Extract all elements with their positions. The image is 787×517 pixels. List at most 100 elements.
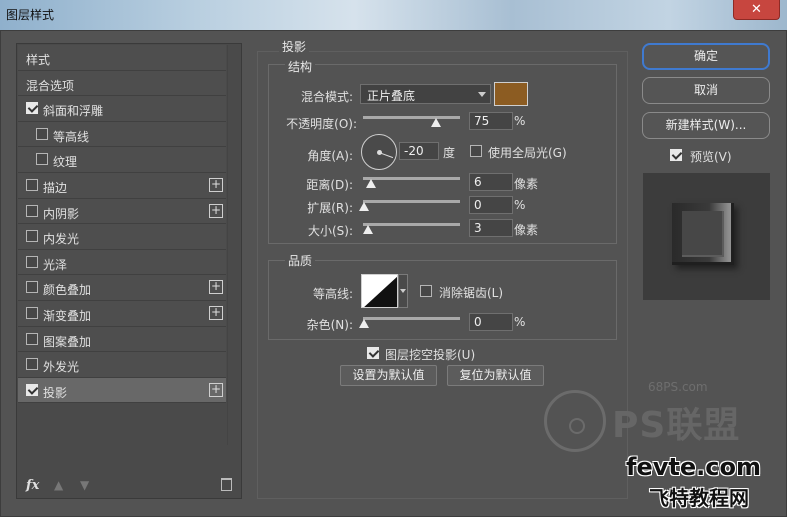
style-item[interactable]: 内阴影 +	[18, 198, 226, 225]
angle-input[interactable]: -20	[399, 142, 439, 160]
add-effect-icon[interactable]: +	[209, 280, 223, 295]
blend-mode-select[interactable]: 正片叠底	[360, 84, 491, 104]
style-item-label: 渐变叠加	[43, 308, 92, 323]
size-slider[interactable]	[363, 223, 460, 226]
size-slider-thumb[interactable]	[363, 225, 373, 234]
opacity-unit: %	[514, 114, 526, 128]
style-item[interactable]: 混合选项	[18, 70, 226, 97]
style-item[interactable]: 投影 +	[18, 377, 226, 404]
style-item[interactable]: 纹理	[18, 147, 226, 173]
spread-slider-thumb[interactable]	[359, 202, 369, 211]
styles-scrollbar[interactable]	[227, 45, 241, 445]
new-style-button[interactable]: 新建样式(W)...	[642, 112, 770, 139]
spread-label: 扩展(R):	[307, 201, 353, 215]
noise-slider-thumb[interactable]	[359, 319, 369, 328]
style-item-checkbox[interactable]	[26, 102, 38, 115]
style-item-checkbox[interactable]	[26, 306, 38, 319]
add-effect-icon[interactable]: +	[209, 203, 223, 218]
noise-unit: %	[514, 315, 526, 329]
angle-unit: 度	[443, 146, 456, 160]
style-item-label: 等高线	[53, 129, 90, 144]
angle-dial-center	[377, 150, 382, 155]
knockout-label: 图层挖空投影(U)	[385, 348, 476, 362]
contour-preview[interactable]	[361, 274, 398, 308]
move-up-icon[interactable]: ▲	[54, 478, 63, 492]
style-item-checkbox[interactable]	[36, 153, 48, 166]
size-input[interactable]: 3	[469, 219, 513, 237]
noise-slider[interactable]	[363, 317, 460, 320]
anti-alias-label: 消除锯齿(L)	[439, 286, 504, 300]
cancel-button[interactable]: 取消	[642, 77, 770, 104]
size-label: 大小(S):	[307, 224, 353, 238]
anti-alias-checkbox[interactable]	[420, 285, 432, 297]
preview-label: 预览(V)	[690, 150, 732, 164]
reset-default-button[interactable]: 复位为默认值	[447, 365, 544, 386]
style-item-checkbox[interactable]	[26, 255, 38, 268]
style-item[interactable]: 样式	[18, 45, 226, 71]
angle-dial[interactable]	[361, 134, 397, 170]
move-down-icon[interactable]: ▼	[80, 478, 89, 492]
style-item-label: 混合选项	[26, 78, 75, 93]
style-item[interactable]: 光泽	[18, 249, 226, 276]
opacity-label: 不透明度(O):	[286, 117, 357, 131]
preview-square-face	[682, 211, 724, 257]
style-item-checkbox[interactable]	[26, 204, 38, 217]
knockout-checkbox[interactable]	[367, 347, 379, 359]
style-item-label: 内阴影	[43, 206, 80, 221]
spread-slider[interactable]	[363, 200, 460, 203]
style-item[interactable]: 等高线	[18, 121, 226, 148]
style-item-checkbox[interactable]	[36, 127, 48, 140]
distance-unit: 像素	[514, 177, 539, 191]
style-item[interactable]: 外发光	[18, 352, 226, 378]
noise-input[interactable]: 0	[469, 313, 513, 331]
blend-mode-value: 正片叠底	[367, 89, 416, 103]
style-item[interactable]: 斜面和浮雕	[18, 96, 226, 122]
global-light-checkbox[interactable]	[470, 145, 482, 157]
style-item-label: 斜面和浮雕	[43, 104, 104, 119]
style-item-checkbox[interactable]	[26, 281, 38, 294]
contour-dropdown[interactable]	[398, 274, 408, 308]
style-item-checkbox[interactable]	[26, 358, 38, 371]
preview-checkbox[interactable]	[670, 149, 682, 161]
contour-label: 等高线:	[312, 287, 353, 301]
distance-input[interactable]: 6	[469, 173, 513, 191]
style-preview	[643, 173, 770, 300]
style-item[interactable]: 渐变叠加 +	[18, 300, 226, 327]
chevron-down-icon	[400, 289, 406, 293]
style-item[interactable]: 图案叠加	[18, 326, 226, 353]
title-bar: 图层样式 ✕	[0, 0, 787, 30]
opacity-input[interactable]: 75	[469, 112, 513, 130]
style-item-checkbox[interactable]	[26, 230, 38, 243]
close-button[interactable]: ✕	[733, 0, 780, 20]
ps-league-logo-icon	[544, 390, 606, 452]
style-item-checkbox[interactable]	[26, 332, 38, 345]
styles-list-panel: 样式混合选项斜面和浮雕等高线纹理 描边 + 内阴影 + 内发光 光泽颜色叠加 + 渐变叠加 + 图案…	[16, 43, 242, 499]
style-item[interactable]: 颜色叠加 +	[18, 275, 226, 301]
spread-unit: %	[514, 198, 526, 212]
contour-curve-icon	[364, 276, 397, 307]
style-item-checkbox[interactable]	[26, 383, 38, 396]
watermark-fevte-cn: 飞特教程网	[649, 486, 749, 510]
add-effect-icon[interactable]: +	[209, 382, 223, 397]
trash-icon[interactable]	[221, 478, 232, 491]
shadow-color-swatch[interactable]	[494, 82, 528, 106]
styles-list: 样式混合选项斜面和浮雕等高线纹理 描边 + 内阴影 + 内发光 光泽颜色叠加 + 渐变叠加 + 图案…	[18, 45, 226, 404]
distance-slider-thumb[interactable]	[366, 179, 376, 188]
distance-slider[interactable]	[363, 177, 460, 180]
ok-button[interactable]: 确定	[642, 43, 770, 70]
styles-footer: fx ▲ ▼	[17, 474, 241, 498]
fx-icon[interactable]: fx	[26, 478, 39, 493]
style-item[interactable]: 内发光	[18, 224, 226, 250]
opacity-slider-thumb[interactable]	[430, 118, 441, 127]
style-item-checkbox[interactable]	[26, 178, 38, 191]
spread-input[interactable]: 0	[469, 196, 513, 214]
style-item-label: 颜色叠加	[43, 283, 92, 298]
add-effect-icon[interactable]: +	[209, 177, 223, 192]
style-item[interactable]: 描边 +	[18, 172, 226, 199]
add-effect-icon[interactable]: +	[209, 305, 223, 320]
opacity-slider[interactable]	[363, 116, 460, 119]
make-default-button[interactable]: 设置为默认值	[340, 365, 437, 386]
distance-label: 距离(D):	[306, 178, 353, 192]
noise-label: 杂色(N):	[306, 318, 353, 332]
global-light-label: 使用全局光(G)	[488, 146, 567, 160]
